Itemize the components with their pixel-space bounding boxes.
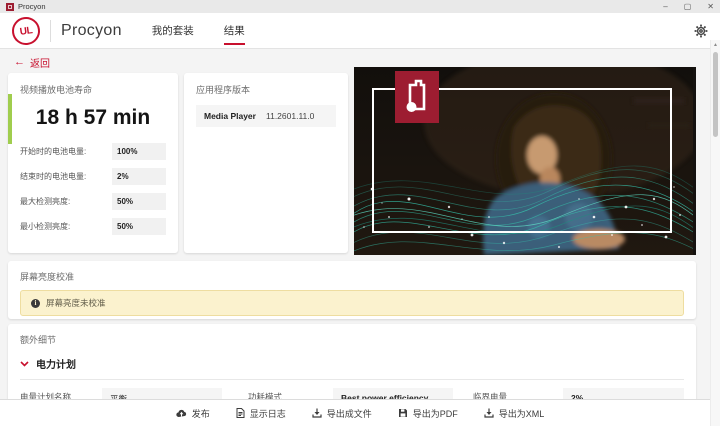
chevron-down-icon xyxy=(20,360,29,367)
brand-name: Procyon xyxy=(61,21,122,39)
back-arrow-icon: ← xyxy=(14,56,25,68)
stat-label: 开始时的电池电量: xyxy=(20,147,87,156)
battery-icon xyxy=(406,79,426,112)
app-version-number: 11.2601.11.0 xyxy=(266,111,315,121)
stat-value: 50% xyxy=(112,193,166,210)
save-icon xyxy=(398,409,407,417)
button-label: 显示日志 xyxy=(249,408,286,419)
result-accent-bar xyxy=(8,94,12,144)
log-file-icon xyxy=(236,408,245,418)
info-icon: i xyxy=(31,298,40,308)
result-hero-image xyxy=(354,67,696,255)
export-xml-button[interactable]: 导出为XML xyxy=(484,407,545,420)
stat-label: 最大检测亮度: xyxy=(20,197,71,206)
nav-item-my-suites[interactable]: 我的套装 xyxy=(152,13,194,48)
version-row: Media Player 11.2601.11.0 xyxy=(196,105,336,127)
procyon-app-window: Procyon – ▢ ✕ UL Procyon 我的套装 结果 ← 返回 视频… xyxy=(0,0,720,426)
export-footer: 发布 显示日志 导出成文件 导出为PDF 导出为XML xyxy=(0,399,720,426)
stat-value: 50% xyxy=(112,218,166,235)
nav-item-results[interactable]: 结果 xyxy=(223,13,245,48)
titlebar-app-name: Procyon xyxy=(18,2,46,11)
stat-value: 2% xyxy=(112,168,166,185)
battery-life-result: 18 h 57 min xyxy=(35,106,151,129)
show-log-button[interactable]: 显示日志 xyxy=(236,407,286,420)
export-pdf-button[interactable]: 导出为PDF xyxy=(398,407,458,420)
app-header: UL Procyon 我的套装 结果 xyxy=(0,13,720,49)
gear-icon[interactable] xyxy=(694,24,708,38)
minimize-button[interactable]: – xyxy=(663,0,667,13)
app-name: Media Player xyxy=(204,111,256,121)
back-label: 返回 xyxy=(30,58,50,70)
scrollbar-thumb[interactable] xyxy=(712,52,718,137)
battery-life-card: 视频播放电池寿命 18 h 57 min 开始时的电池电量: 100% 结束时的… xyxy=(8,73,178,253)
export-file-button[interactable]: 导出成文件 xyxy=(312,407,372,420)
maximize-button[interactable]: ▢ xyxy=(684,0,692,13)
button-label: 导出成文件 xyxy=(326,408,372,419)
battery-card-title: 视频播放电池寿命 xyxy=(20,85,93,95)
battery-benchmark-badge xyxy=(395,71,439,123)
ul-logo: UL xyxy=(10,14,42,47)
stat-row-charge-start: 开始时的电池电量: 100% xyxy=(20,143,166,160)
power-plan-section-toggle[interactable]: 电力计划 xyxy=(20,356,684,380)
download-icon xyxy=(312,408,322,418)
stat-row-charge-end: 结束时的电池电量: 2% xyxy=(20,168,166,185)
brand-divider xyxy=(50,19,51,42)
stat-value: 100% xyxy=(112,143,166,160)
close-button[interactable]: ✕ xyxy=(707,0,714,13)
cloud-upload-icon xyxy=(176,409,186,417)
os-titlebar: Procyon – ▢ ✕ xyxy=(0,0,720,13)
warning-text: 屏幕亮度未校准 xyxy=(46,298,106,308)
brightness-calibration-card: 屏幕亮度校准 i 屏幕亮度未校准 xyxy=(8,261,696,319)
publish-button[interactable]: 发布 xyxy=(176,407,210,420)
button-label: 发布 xyxy=(191,408,210,419)
button-label: 导出为XML xyxy=(498,408,545,419)
stat-row-min-brightness: 最小检测亮度: 50% xyxy=(20,218,166,235)
scroll-up-arrow[interactable]: ▲ xyxy=(711,40,720,50)
results-content: 视频播放电池寿命 18 h 57 min 开始时的电池电量: 100% 结束时的… xyxy=(0,67,720,426)
download-icon xyxy=(484,408,494,418)
version-card-title: 应用程序版本 xyxy=(196,85,251,95)
stat-label: 结束时的电池电量: xyxy=(20,172,87,181)
button-label: 导出为PDF xyxy=(412,408,458,419)
calibration-warning-banner: i 屏幕亮度未校准 xyxy=(20,290,684,316)
main-nav: 我的套装 结果 xyxy=(152,13,245,48)
power-plan-section-label: 电力计划 xyxy=(36,360,76,371)
app-version-card: 应用程序版本 Media Player 11.2601.11.0 xyxy=(184,73,348,253)
stat-label: 最小检测亮度: xyxy=(20,222,71,231)
app-icon xyxy=(6,2,14,11)
details-card-title: 额外细节 xyxy=(20,335,57,345)
brightness-card-title: 屏幕亮度校准 xyxy=(20,272,75,282)
vertical-scrollbar: ▲ xyxy=(710,40,720,426)
stat-row-max-brightness: 最大检测亮度: 50% xyxy=(20,193,166,210)
